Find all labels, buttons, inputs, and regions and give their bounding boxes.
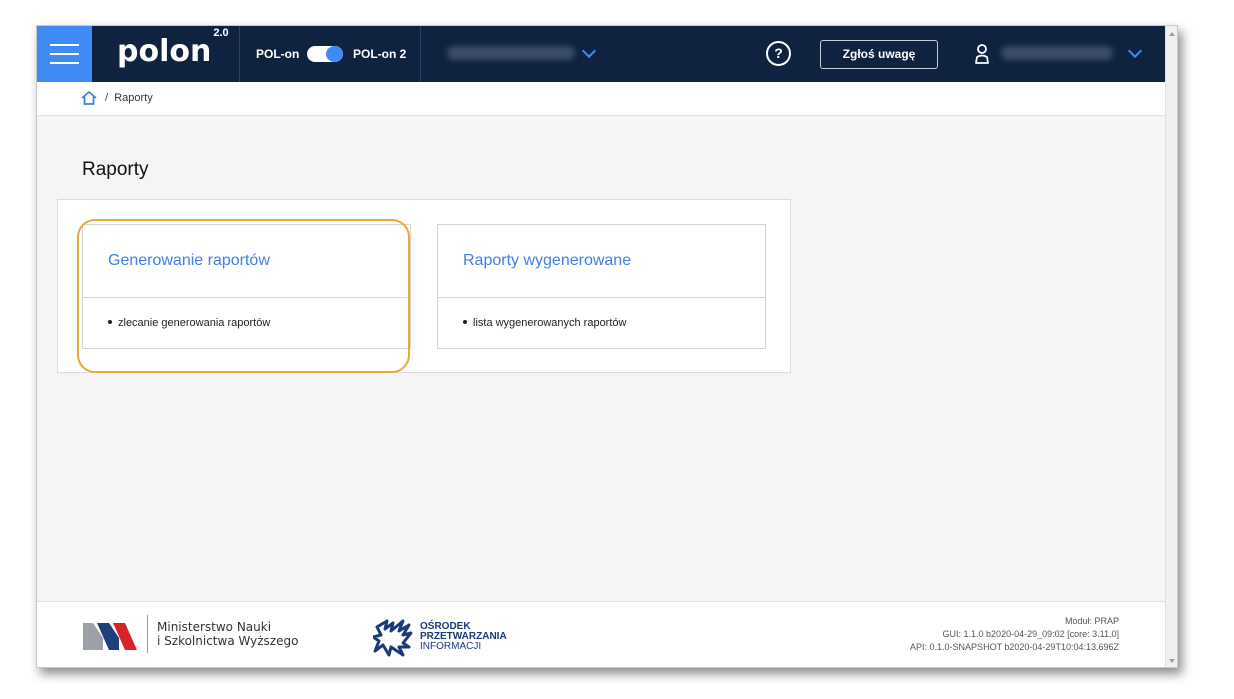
breadcrumb-separator: /: [105, 92, 109, 104]
browser-window: polon2.0 POL-on POL-on 2 ? Zgłoś uwagę /…: [36, 25, 1178, 668]
ministry-line-2: i Szkolnictwa Wyższego: [157, 634, 299, 648]
help-button[interactable]: ?: [766, 41, 791, 66]
system-right-label: POL-on 2: [353, 47, 407, 61]
gui-version: GUI: 1.1.0 b2020-04-29_09:02 [core: 3.11…: [942, 629, 1119, 639]
bullet-icon: [108, 320, 112, 325]
ministry-name: Ministerstwo Nauki i Szkolnictwa Wyższeg…: [157, 620, 298, 648]
module-label: Moduł: PRAP: [1064, 616, 1119, 626]
logo-text: polon: [117, 34, 212, 69]
hamburger-menu-icon-line: [50, 53, 79, 55]
breadcrumb-current: / Raporty: [105, 92, 153, 104]
system-toggle[interactable]: [307, 46, 343, 62]
tile-generated-reports[interactable]: Raporty wygenerowane lista wygenerowanyc…: [437, 224, 766, 349]
tile-title[interactable]: Generowanie raportów: [83, 225, 410, 298]
hamburger-menu-icon: [50, 44, 79, 46]
system-left-label: POL-on: [256, 47, 300, 61]
divider: [147, 615, 148, 653]
opi-line-3: INFORMACJI: [420, 641, 482, 652]
tile-item: zlecanie generowania raportów: [83, 298, 410, 329]
home-icon[interactable]: [81, 91, 97, 105]
reports-panel: Generowanie raportów zlecanie generowani…: [57, 199, 791, 373]
api-version: API: 0.1.0-SNAPSHOT b2020-04-29T10:04:13…: [910, 642, 1119, 652]
polon-logo[interactable]: polon2.0: [117, 27, 229, 69]
opi-name: OŚRODEK PRZETWARZANIA INFORMACJI: [420, 622, 507, 652]
chevron-down-icon[interactable]: [1127, 43, 1143, 59]
app: polon2.0 POL-on POL-on 2 ? Zgłoś uwagę /…: [37, 26, 1165, 667]
tile-generate-reports[interactable]: Generowanie raportów zlecanie generowani…: [82, 224, 411, 349]
tile-item-label: lista wygenerowanych raportów: [473, 317, 627, 329]
chevron-down-icon[interactable]: [581, 43, 597, 59]
scroll-down-icon[interactable]: [1169, 659, 1175, 663]
footer: Ministerstwo Nauki i Szkolnictwa Wyższeg…: [37, 601, 1165, 667]
tile-title[interactable]: Raporty wygenerowane: [438, 225, 765, 298]
tile-item: lista wygenerowanych raportów: [438, 298, 765, 329]
ministry-line-1: Ministerstwo Nauki: [157, 620, 272, 634]
vertical-scrollbar[interactable]: [1165, 26, 1177, 667]
toggle-knob: [326, 46, 343, 62]
unit-selector-blurred[interactable]: [447, 46, 575, 60]
question-circle-icon: ?: [774, 45, 783, 61]
breadcrumb-label: Raporty: [114, 92, 153, 104]
page-title: Raporty: [82, 159, 149, 180]
user-name-blurred[interactable]: [1001, 46, 1113, 60]
scroll-up-icon[interactable]: [1169, 32, 1175, 36]
version-info: Moduł: PRAP GUI: 1.1.0 b2020-04-29_09:02…: [910, 615, 1119, 654]
user-icon[interactable]: [974, 43, 990, 65]
opi-logo: [373, 619, 413, 657]
ministry-logo: [83, 623, 137, 650]
divider: [420, 26, 421, 82]
report-feedback-button[interactable]: Zgłoś uwagę: [820, 40, 938, 69]
hamburger-menu-icon-line: [50, 62, 79, 64]
tile-item-label: zlecanie generowania raportów: [118, 317, 271, 329]
menu-button[interactable]: [37, 26, 92, 82]
bullet-icon: [463, 320, 467, 325]
divider: [239, 26, 240, 82]
top-bar: polon2.0 POL-on POL-on 2 ? Zgłoś uwagę: [37, 26, 1165, 82]
logo-version: 2.0: [213, 27, 229, 39]
breadcrumb: / Raporty: [37, 82, 1165, 116]
